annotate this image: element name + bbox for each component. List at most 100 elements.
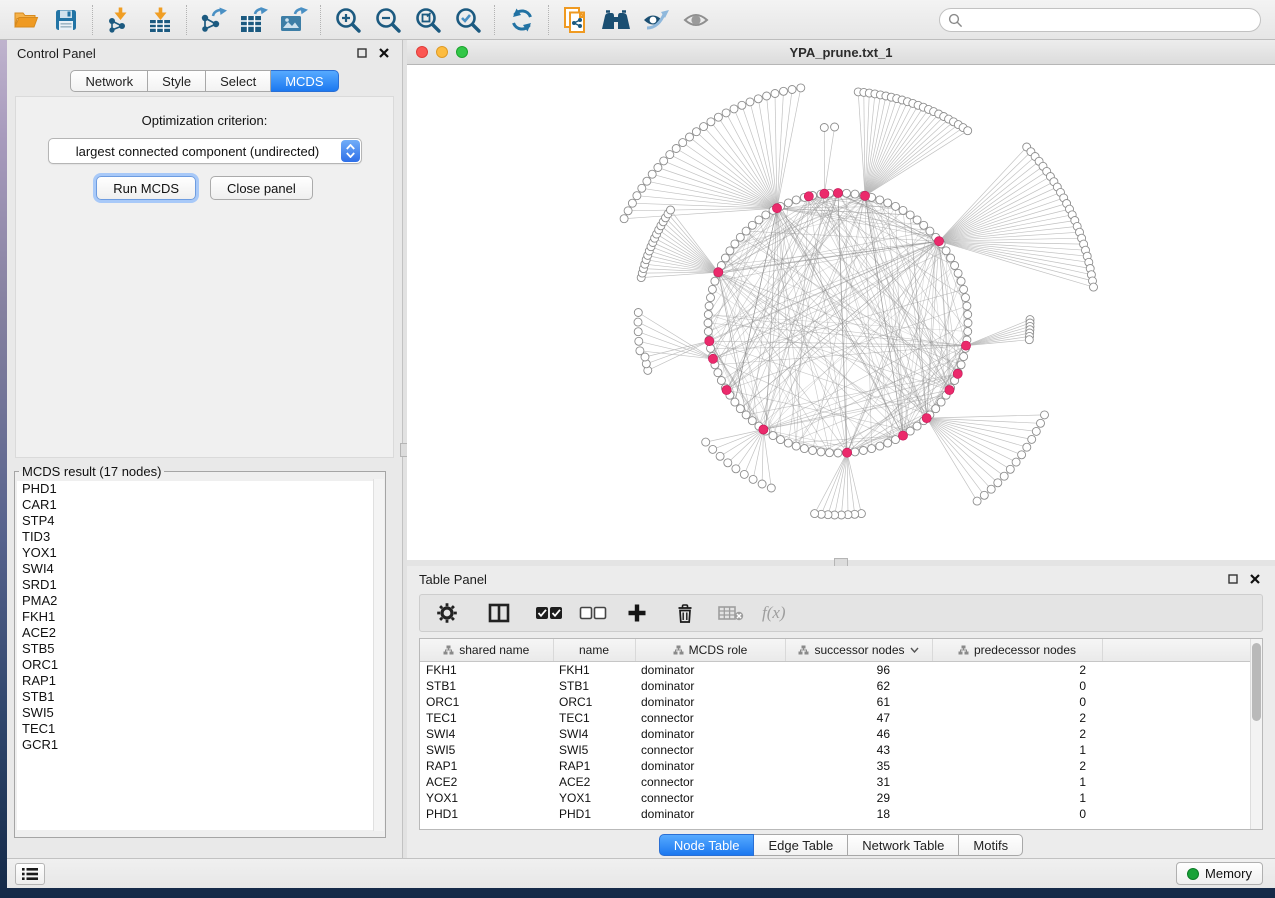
mcds-result-scrollbar[interactable] (373, 479, 384, 831)
mcds-result-item[interactable]: STP4 (17, 513, 383, 529)
table-cell[interactable]: SWI4 (553, 726, 635, 742)
network-mcds-hub-node[interactable] (922, 414, 931, 423)
table-settings-button[interactable] (430, 597, 464, 629)
tab-select[interactable]: Select (206, 70, 271, 92)
mcds-result-item[interactable]: TID3 (17, 529, 383, 545)
network-node[interactable] (932, 405, 940, 413)
table-cell[interactable]: ORC1 (420, 694, 553, 710)
network-leaf-node[interactable] (654, 164, 662, 172)
network-node[interactable] (964, 319, 972, 327)
network-node[interactable] (769, 432, 777, 440)
network-node[interactable] (884, 199, 892, 207)
network-node[interactable] (721, 254, 729, 262)
network-leaf-node[interactable] (780, 87, 788, 95)
network-node[interactable] (792, 442, 800, 450)
mcds-result-item[interactable]: ACE2 (17, 625, 383, 641)
mcds-result-item[interactable]: PHD1 (17, 481, 383, 497)
network-node[interactable] (707, 294, 715, 302)
table-scrollbar[interactable] (1250, 639, 1262, 829)
table-row[interactable]: FKH1FKH1dominator962 (420, 662, 1253, 679)
table-cell[interactable]: connector (635, 774, 785, 790)
table-cell[interactable]: RAP1 (553, 758, 635, 774)
network-leaf-node[interactable] (666, 151, 674, 159)
network-mcds-hub-node[interactable] (953, 369, 962, 378)
network-leaf-node[interactable] (1018, 451, 1026, 459)
network-leaf-node[interactable] (987, 485, 995, 493)
network-mcds-hub-node[interactable] (722, 385, 731, 394)
table-cell[interactable]: 1 (932, 790, 1102, 806)
network-leaf-node[interactable] (973, 497, 981, 505)
network-leaf-node[interactable] (758, 480, 766, 488)
network-leaf-node[interactable] (672, 145, 680, 153)
network-node[interactable] (884, 439, 892, 447)
network-canvas[interactable] (407, 65, 1275, 560)
network-node[interactable] (817, 448, 825, 456)
network-node[interactable] (784, 199, 792, 207)
mcds-result-item[interactable]: SWI5 (17, 705, 383, 721)
network-window-titlebar[interactable]: YPA_prune.txt_1 (407, 40, 1275, 65)
network-leaf-node[interactable] (754, 95, 762, 103)
tab-network[interactable]: Network (70, 70, 148, 92)
create-column-button[interactable] (620, 597, 654, 629)
network-node[interactable] (951, 262, 959, 270)
run-mcds-button[interactable]: Run MCDS (96, 176, 196, 200)
table-cell[interactable]: STB1 (553, 678, 635, 694)
network-node[interactable] (851, 448, 859, 456)
network-node[interactable] (705, 302, 713, 310)
network-node[interactable] (899, 206, 907, 214)
import-table-button[interactable] (140, 3, 180, 37)
table-cell[interactable]: ORC1 (553, 694, 635, 710)
network-leaf-node[interactable] (714, 113, 722, 121)
table-cell[interactable]: dominator (635, 806, 785, 822)
network-node[interactable] (755, 216, 763, 224)
network-node[interactable] (942, 247, 950, 255)
network-node[interactable] (731, 398, 739, 406)
network-node[interactable] (714, 369, 722, 377)
network-leaf-node[interactable] (980, 491, 988, 499)
export-image-button[interactable] (274, 3, 314, 37)
network-mcds-hub-node[interactable] (804, 192, 813, 201)
network-node[interactable] (876, 442, 884, 450)
network-node[interactable] (708, 285, 716, 293)
table-cell[interactable] (1102, 662, 1253, 679)
table-row[interactable]: SWI5SWI5connector431 (420, 742, 1253, 758)
table-cell[interactable]: 31 (785, 774, 932, 790)
network-node[interactable] (962, 294, 970, 302)
network-node[interactable] (906, 211, 914, 219)
mcds-result-item[interactable]: ORC1 (17, 657, 383, 673)
network-node[interactable] (851, 190, 859, 198)
mcds-result-item[interactable]: CAR1 (17, 497, 383, 513)
network-node[interactable] (957, 361, 965, 369)
network-node[interactable] (964, 328, 972, 336)
network-leaf-node[interactable] (643, 177, 651, 185)
network-leaf-node[interactable] (1037, 419, 1045, 427)
network-leaf-node[interactable] (1025, 336, 1033, 344)
table-cell[interactable]: 47 (785, 710, 932, 726)
show-all-button[interactable] (676, 3, 716, 37)
table-cell[interactable]: dominator (635, 758, 785, 774)
table-cell[interactable] (1102, 790, 1253, 806)
network-leaf-node[interactable] (1032, 427, 1040, 435)
network-node[interactable] (954, 269, 962, 277)
table-cell[interactable]: 43 (785, 742, 932, 758)
table-cell[interactable]: PHD1 (553, 806, 635, 822)
table-cell[interactable]: YOX1 (420, 790, 553, 806)
network-node[interactable] (834, 449, 842, 457)
table-row[interactable]: YOX1YOX1connector291 (420, 790, 1253, 806)
network-leaf-node[interactable] (700, 123, 708, 131)
network-node[interactable] (748, 221, 756, 229)
network-node[interactable] (762, 211, 770, 219)
zoom-out-button[interactable] (368, 3, 408, 37)
network-leaf-node[interactable] (1090, 283, 1098, 291)
network-leaf-node[interactable] (1028, 435, 1036, 443)
table-cell[interactable]: 96 (785, 662, 932, 679)
network-leaf-node[interactable] (634, 318, 642, 326)
table-cell[interactable]: 0 (932, 694, 1102, 710)
network-leaf-node[interactable] (831, 123, 839, 131)
network-node[interactable] (957, 277, 965, 285)
network-mcds-hub-node[interactable] (772, 204, 781, 213)
network-node[interactable] (777, 436, 785, 444)
control-panel-close-button[interactable] (376, 45, 392, 61)
network-node[interactable] (859, 447, 867, 455)
table-row[interactable]: STB1STB1dominator620 (420, 678, 1253, 694)
